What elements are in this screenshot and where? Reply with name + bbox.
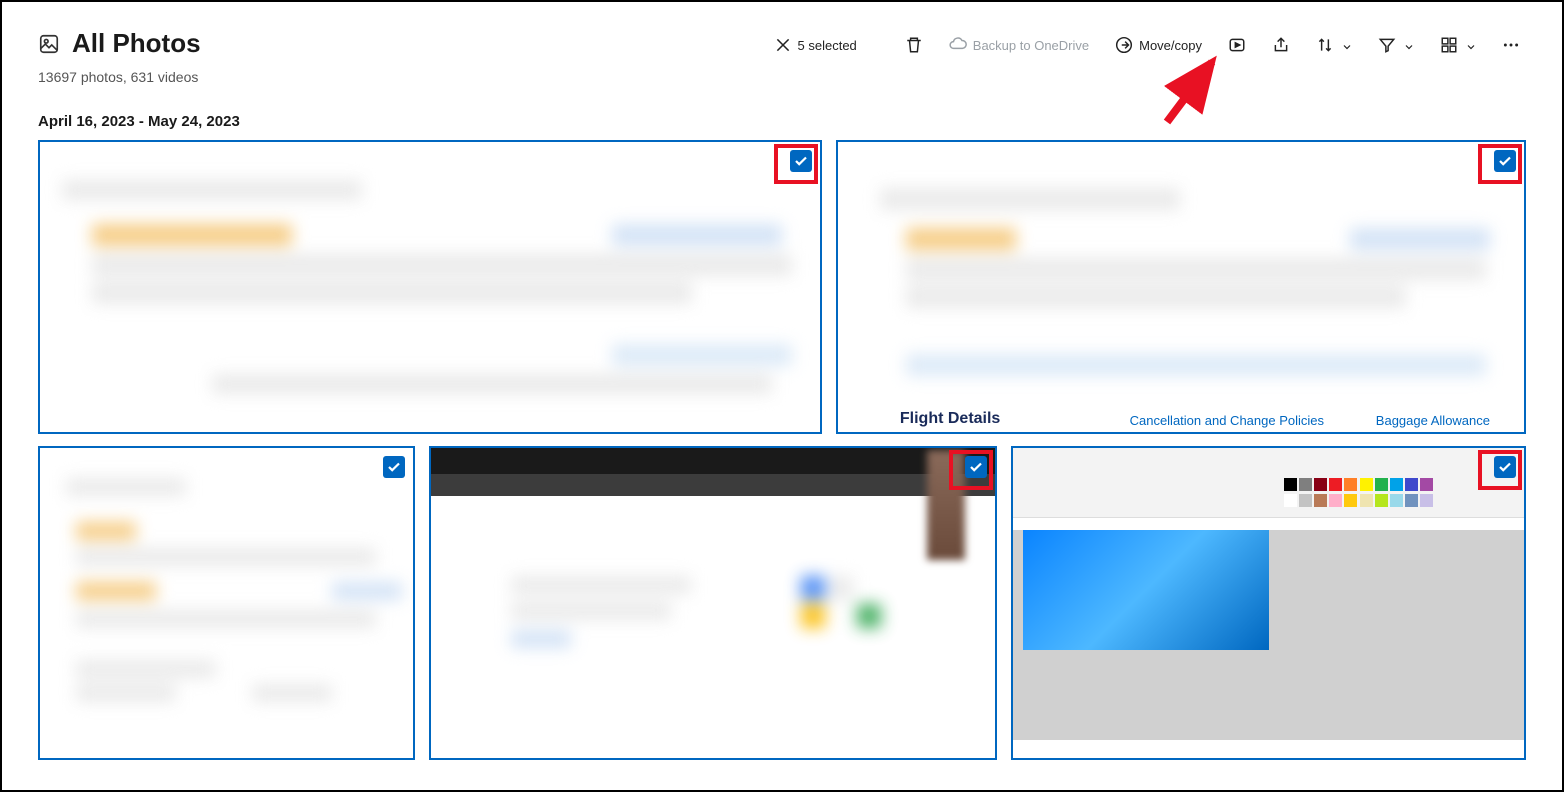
photo-thumbnail[interactable]: PicPick - Image 17 [1011, 446, 1526, 760]
chevron-down-icon [1342, 40, 1352, 50]
page-title: All Photos [72, 28, 201, 59]
flight-link: Baggage Allowance [1376, 413, 1490, 428]
share-icon [1272, 36, 1290, 54]
selected-count: 5 selected [798, 38, 857, 53]
grid-icon [1440, 36, 1458, 54]
view-options-button[interactable] [1434, 32, 1482, 58]
selection-checkmark[interactable] [1494, 150, 1516, 172]
paint-color-palette [1284, 478, 1434, 508]
filter-button[interactable] [1372, 32, 1420, 58]
trash-icon [905, 36, 923, 54]
photo-thumbnail[interactable] [38, 140, 822, 434]
more-horizontal-icon [1502, 36, 1520, 54]
slideshow-button[interactable] [1222, 32, 1252, 58]
photo-app-icon [38, 33, 60, 55]
photo-count-subtitle: 13697 photos, 631 videos [38, 69, 768, 85]
more-button[interactable] [1496, 32, 1526, 58]
delete-button[interactable] [899, 32, 929, 58]
filter-icon [1378, 36, 1396, 54]
clear-selection-button[interactable]: 5 selected [768, 32, 863, 58]
browser-tab-bar [431, 448, 995, 474]
share-button[interactable] [1266, 32, 1296, 58]
cloud-icon [949, 36, 967, 54]
sort-button[interactable] [1310, 32, 1358, 58]
chevron-down-icon [1466, 40, 1476, 50]
arrow-circle-icon [1115, 36, 1133, 54]
paint-ribbon [1013, 448, 1524, 518]
selection-checkmark[interactable] [1494, 456, 1516, 478]
sort-icon [1316, 36, 1334, 54]
photo-thumbnail[interactable] [429, 446, 997, 760]
selection-checkmark[interactable] [965, 456, 987, 478]
toolbar: 5 selected Backup to OneDrive Move/copy [768, 32, 1526, 58]
backup-onedrive-button[interactable]: Backup to OneDrive [943, 32, 1095, 58]
paint-canvas-image [1023, 530, 1269, 650]
photo-thumbnail[interactable] [38, 446, 415, 760]
move-copy-button[interactable]: Move/copy [1109, 32, 1208, 58]
selection-checkmark[interactable] [383, 456, 405, 478]
backup-label: Backup to OneDrive [973, 38, 1089, 53]
photo-thumbnail[interactable]: Flight Details Cancellation and Change P… [836, 140, 1526, 434]
close-icon [774, 36, 792, 54]
flight-details-heading: Flight Details [900, 410, 1000, 428]
browser-address-bar [431, 474, 995, 496]
blurred-person [927, 450, 965, 560]
selection-checkmark[interactable] [790, 150, 812, 172]
move-copy-label: Move/copy [1139, 38, 1202, 53]
play-rect-icon [1228, 36, 1246, 54]
date-range-label: April 16, 2023 - May 24, 2023 [38, 113, 1562, 130]
chevron-down-icon [1404, 40, 1414, 50]
flight-link: Cancellation and Change Policies [1130, 413, 1324, 428]
